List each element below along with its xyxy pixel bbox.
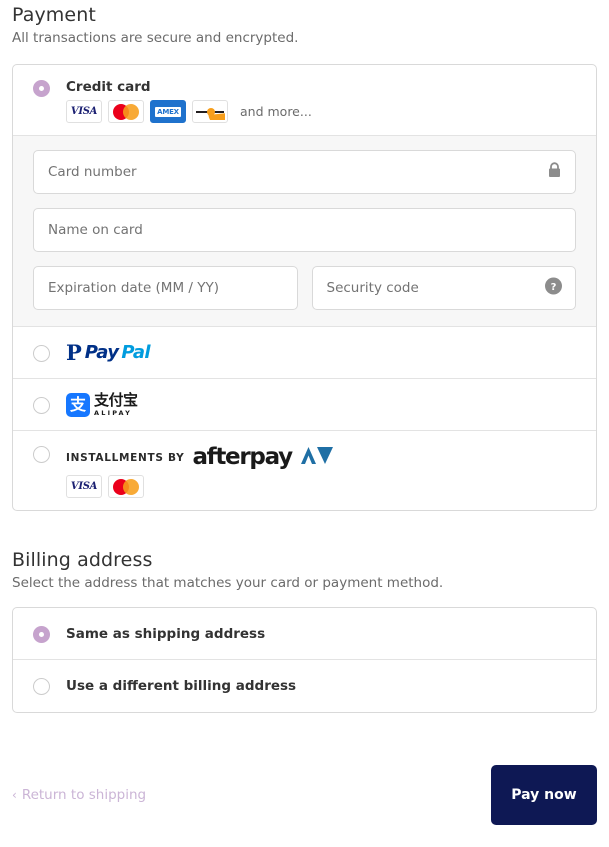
- card-number-field[interactable]: Card number: [33, 150, 576, 194]
- card-number-placeholder: Card number: [48, 164, 137, 180]
- name-on-card-field[interactable]: Name on card: [33, 208, 576, 252]
- same-as-shipping-label: Same as shipping address: [66, 625, 266, 642]
- mastercard-icon: [108, 100, 144, 123]
- security-code-placeholder: Security code: [326, 280, 419, 296]
- paypal-p-mark: P: [66, 340, 82, 365]
- page-title: Payment: [12, 4, 96, 26]
- return-to-shipping-label: Return to shipping: [21, 787, 147, 803]
- radio-afterpay[interactable]: [33, 446, 50, 463]
- payment-option-afterpay[interactable]: INSTALLMENTS BY afterpay VISA: [13, 431, 596, 510]
- afterpay-wordmark: afterpay: [192, 444, 293, 470]
- lock-icon: [547, 162, 562, 183]
- chevron-left-icon: ‹: [12, 788, 17, 802]
- billing-option-different-address[interactable]: Use a different billing address: [13, 660, 596, 712]
- svg-text:?: ?: [551, 282, 557, 293]
- paypal-pay-text: Pay: [84, 342, 119, 363]
- checkout-footer: ‹ Return to shipping Pay now: [12, 765, 597, 825]
- checkout-payment-page: Payment All transactions are secure and …: [0, 0, 609, 847]
- payment-option-credit-card[interactable]: Credit card VISA AMEX and more...: [13, 65, 596, 136]
- payment-subtitle: All transactions are secure and encrypte…: [12, 30, 299, 46]
- radio-paypal[interactable]: [33, 344, 50, 362]
- alipay-glyph: 支: [66, 392, 90, 417]
- billing-address-card: Same as shipping address Use a different…: [12, 607, 597, 713]
- expiration-date-field[interactable]: Expiration date (MM / YY): [33, 266, 298, 310]
- billing-address-subtitle: Select the address that matches your car…: [12, 575, 444, 591]
- radio-same-as-shipping[interactable]: [33, 625, 50, 643]
- security-code-field[interactable]: Security code ?: [311, 266, 576, 310]
- discover-icon: [192, 100, 228, 123]
- radio-alipay[interactable]: [33, 396, 50, 414]
- and-more-label: and more...: [240, 104, 312, 119]
- credit-card-form: Card number Name on card Expiration date…: [13, 136, 596, 327]
- different-billing-address-label: Use a different billing address: [66, 678, 297, 694]
- billing-option-same-as-shipping[interactable]: Same as shipping address: [13, 608, 596, 660]
- expiration-date-placeholder: Expiration date (MM / YY): [48, 280, 219, 296]
- mastercard-icon: [108, 475, 144, 498]
- radio-different-billing-address[interactable]: [33, 678, 50, 695]
- alipay-latin-text: ALIPAY: [94, 408, 133, 417]
- alipay-chinese-text: 支付宝: [94, 390, 138, 409]
- billing-address-title: Billing address: [12, 549, 153, 571]
- return-to-shipping-link[interactable]: ‹ Return to shipping: [12, 787, 146, 803]
- afterpay-brand-list: VISA: [66, 475, 334, 498]
- afterpay-icon: INSTALLMENTS BY afterpay: [66, 445, 334, 470]
- name-on-card-placeholder: Name on card: [48, 222, 143, 238]
- pay-now-button[interactable]: Pay now: [491, 765, 597, 825]
- credit-card-brand-list: VISA AMEX and more...: [66, 100, 312, 123]
- help-icon[interactable]: ?: [545, 277, 562, 299]
- afterpay-arrow-icon: [300, 445, 334, 470]
- credit-card-label: Credit card: [66, 79, 151, 95]
- card-expiry-cvv-row: Expiration date (MM / YY) Security code …: [33, 266, 576, 310]
- payment-option-alipay[interactable]: 支 支付宝 ALIPAY: [13, 379, 596, 431]
- payment-option-paypal[interactable]: P Pay Pal: [13, 327, 596, 379]
- paypal-pal-text: Pal: [121, 342, 150, 363]
- visa-icon: VISA: [66, 100, 102, 123]
- alipay-icon: 支 支付宝 ALIPAY: [66, 390, 138, 417]
- payment-methods-card: Credit card VISA AMEX and more... Card n…: [12, 64, 597, 511]
- afterpay-installments-label: INSTALLMENTS BY: [66, 451, 185, 464]
- radio-credit-card[interactable]: [33, 80, 50, 97]
- paypal-icon: P Pay Pal: [66, 340, 151, 365]
- amex-icon: AMEX: [150, 100, 186, 123]
- visa-icon: VISA: [66, 475, 102, 498]
